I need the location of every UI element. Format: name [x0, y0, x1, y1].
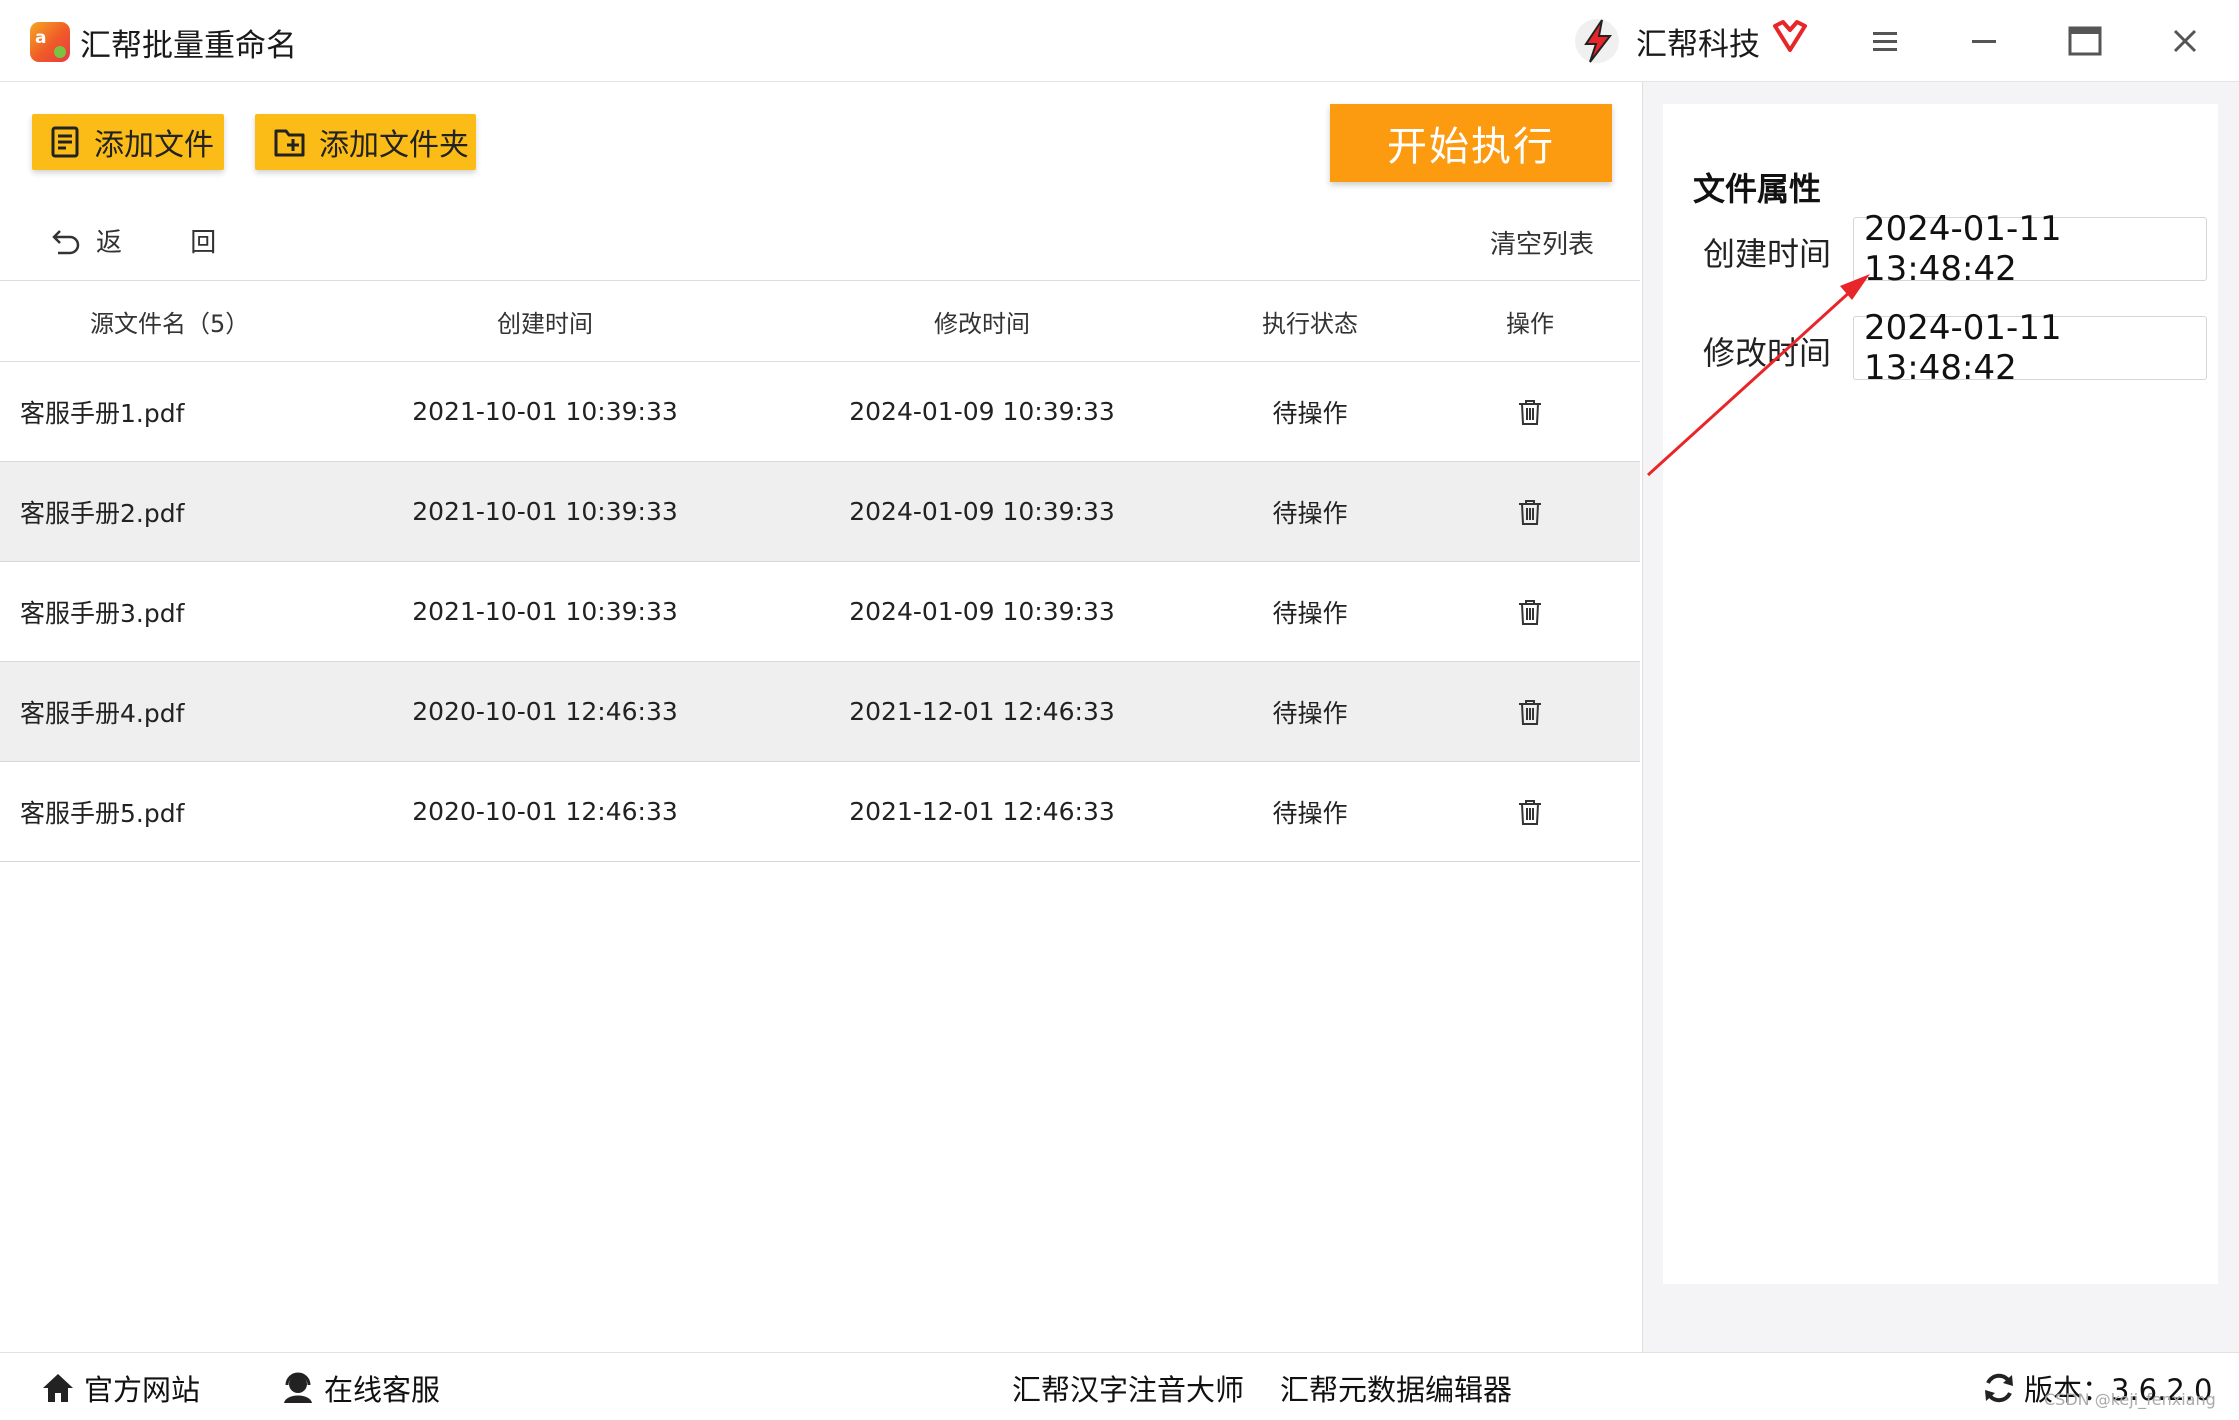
properties-card: 文件属性 创建时间 2024-01-11 13:48:42 修改时间 2024-… [1663, 104, 2218, 1284]
watermark: CSDN @keji_fenxiang [2044, 1390, 2216, 1409]
support-link[interactable]: 在线客服 [280, 1367, 440, 1409]
properties-title: 文件属性 [1693, 170, 1822, 208]
file-mtime: 2024-01-09 10:39:33 [849, 397, 1115, 426]
metadata-tool-link[interactable]: 汇帮元数据编辑器 [1280, 1367, 1512, 1409]
clear-list-button[interactable]: 清空列表 [1490, 224, 1594, 261]
app-title: 汇帮批量重命名 [80, 28, 297, 64]
file-status: 待操作 [1272, 798, 1348, 828]
website-link[interactable]: 官方网站 [40, 1367, 200, 1409]
menu-icon[interactable] [1864, 20, 1906, 62]
mtime-label: 修改时间 [1703, 334, 1832, 372]
file-status: 待操作 [1272, 498, 1348, 528]
header-ctime[interactable]: 创建时间 [355, 281, 735, 361]
file-ctime: 2020-10-01 12:46:33 [412, 797, 678, 826]
file-mtime: 2021-12-01 12:46:33 [849, 697, 1115, 726]
properties-panel: 文件属性 创建时间 2024-01-11 13:48:42 修改时间 2024-… [1642, 82, 2239, 1352]
file-name: 客服手册1.pdf [20, 398, 185, 428]
file-status: 待操作 [1272, 398, 1348, 428]
file-table: 源文件名（5） 创建时间 修改时间 执行状态 操作 客服手册1.pdf 2021… [0, 280, 1640, 862]
file-mtime: 2024-01-09 10:39:33 [849, 497, 1115, 526]
file-status: 待操作 [1272, 598, 1348, 628]
back-label: 返 回 [96, 228, 247, 258]
file-status: 待操作 [1272, 698, 1348, 728]
minimize-icon[interactable] [1963, 20, 2005, 62]
add-file-label: 添加文件 [94, 128, 214, 163]
app-logo: a [30, 22, 70, 62]
back-button[interactable]: 返 回 [50, 222, 246, 259]
refresh-icon [1985, 1373, 2013, 1403]
header-name[interactable]: 源文件名（5） [90, 281, 249, 361]
vip-icon[interactable] [1771, 18, 1809, 54]
file-mtime: 2021-12-01 12:46:33 [849, 797, 1115, 826]
trash-icon[interactable] [1480, 462, 1580, 561]
ctime-label: 创建时间 [1703, 235, 1832, 273]
table-row[interactable]: 客服手册5.pdf 2020-10-01 12:46:33 2021-12-01… [0, 762, 1640, 862]
pinyin-tool-link[interactable]: 汇帮汉字注音大师 [1012, 1367, 1244, 1409]
support-label: 在线客服 [324, 1373, 441, 1407]
file-list-panel: 添加文件 添加文件夹 开始执行 返 回 清空列表 源文件名（5） 创建时间 修改… [0, 82, 1640, 1352]
support-icon [284, 1372, 312, 1403]
brand-logo [1575, 19, 1619, 63]
file-name: 客服手册5.pdf [20, 798, 185, 828]
close-icon[interactable] [2164, 20, 2206, 62]
header-mtime[interactable]: 修改时间 [792, 281, 1172, 361]
table-row[interactable]: 客服手册2.pdf 2021-10-01 10:39:33 2024-01-09… [0, 462, 1640, 562]
brand-name: 汇帮科技 [1636, 27, 1760, 63]
trash-icon[interactable] [1480, 662, 1580, 761]
file-name: 客服手册2.pdf [20, 498, 185, 528]
add-file-button[interactable]: 添加文件 [32, 114, 224, 170]
home-icon [43, 1374, 73, 1402]
add-folder-button[interactable]: 添加文件夹 [255, 114, 476, 170]
ctime-field[interactable]: 2024-01-11 13:48:42 [1853, 209, 2207, 289]
trash-icon[interactable] [1480, 762, 1580, 861]
add-file-icon [51, 126, 79, 158]
header-op: 操作 [1506, 309, 1554, 338]
file-name: 客服手册4.pdf [20, 698, 185, 728]
add-folder-label: 添加文件夹 [319, 128, 469, 163]
back-icon [52, 229, 80, 254]
trash-icon[interactable] [1480, 362, 1580, 461]
trash-icon[interactable] [1480, 562, 1580, 661]
file-mtime: 2024-01-09 10:39:33 [849, 597, 1115, 626]
bottom-bar: 官方网站 在线客服 汇帮汉字注音大师 汇帮元数据编辑器 版本：3.6.2.0 [0, 1352, 2239, 1420]
website-label: 官方网站 [84, 1373, 201, 1407]
add-folder-icon [274, 129, 305, 157]
file-ctime: 2021-10-01 10:39:33 [412, 397, 678, 426]
mtime-field[interactable]: 2024-01-11 13:48:42 [1853, 308, 2207, 388]
file-name: 客服手册3.pdf [20, 598, 185, 628]
app-logo-text: a [35, 28, 47, 48]
run-button[interactable]: 开始执行 [1330, 104, 1612, 182]
file-ctime: 2021-10-01 10:39:33 [412, 597, 678, 626]
table-row[interactable]: 客服手册1.pdf 2021-10-01 10:39:33 2024-01-09… [0, 362, 1640, 462]
title-bar: a 汇帮批量重命名 汇帮科技 [0, 0, 2239, 82]
file-ctime: 2020-10-01 12:46:33 [412, 697, 678, 726]
maximize-icon[interactable] [2064, 20, 2106, 62]
table-row[interactable]: 客服手册4.pdf 2020-10-01 12:46:33 2021-12-01… [0, 662, 1640, 762]
table-row[interactable]: 客服手册3.pdf 2021-10-01 10:39:33 2024-01-09… [0, 562, 1640, 662]
header-status[interactable]: 执行状态 [1220, 281, 1400, 361]
table-header: 源文件名（5） 创建时间 修改时间 执行状态 操作 [0, 280, 1640, 362]
file-ctime: 2021-10-01 10:39:33 [412, 497, 678, 526]
